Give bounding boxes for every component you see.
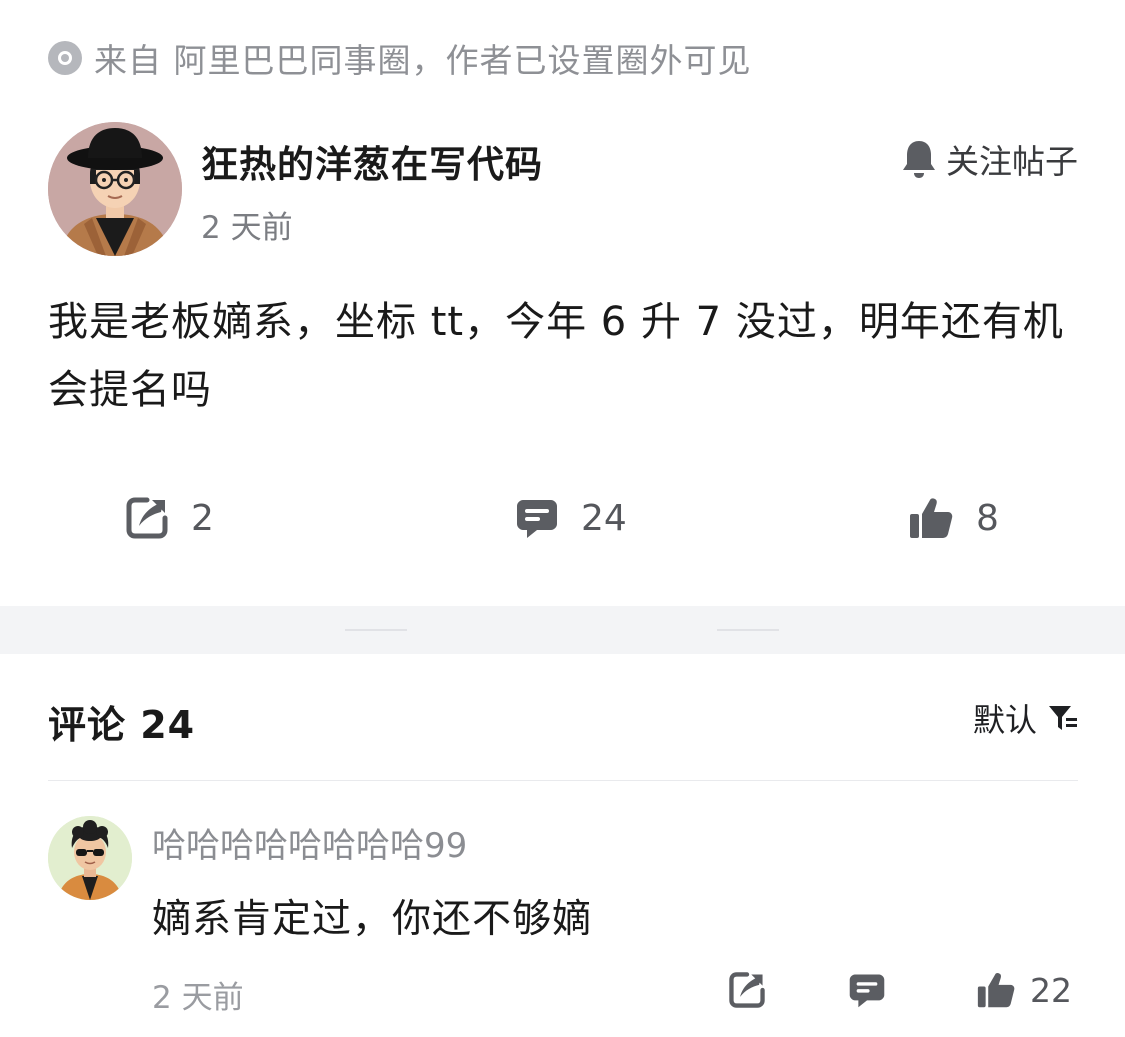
source-text: 来自 阿里巴巴同事圈，作者已设置圈外可见	[94, 41, 752, 80]
thumbs-up-icon	[977, 973, 1015, 1008]
comment-icon	[849, 974, 885, 1008]
author-avatar[interactable]	[48, 122, 182, 256]
bell-icon	[903, 141, 935, 178]
share-count: 2	[191, 497, 214, 539]
comments-divider	[48, 780, 1078, 781]
post-body: 我是老板嫡系，坐标 tt，今年 6 升 7 没过，明年还有机会提名吗	[48, 299, 1064, 413]
post-time: 2 天前	[201, 210, 293, 246]
comment-like-button[interactable]: 22	[976, 966, 1072, 1014]
comment-item: 哈哈哈哈哈哈哈哈99 嫡系肯定过，你还不够嫡 2 天前 22	[48, 816, 1078, 1026]
post-actions: 2 24 8	[0, 488, 1125, 548]
thumbs-up-icon	[910, 498, 953, 538]
share-icon	[729, 972, 765, 1008]
comment-reply-button[interactable]	[848, 966, 886, 1014]
comment-share-button[interactable]	[728, 966, 766, 1014]
comment-like-count: 22	[1030, 970, 1072, 1010]
share-icon	[126, 497, 168, 539]
comment-count: 24	[581, 497, 627, 539]
comment-button[interactable]: 24	[515, 488, 627, 548]
divider-hint	[345, 629, 780, 631]
commenter-name[interactable]: 哈哈哈哈哈哈哈哈99	[152, 818, 467, 867]
post-header: 狂热的洋葱在写代码 2 天前 关注帖子	[48, 122, 1078, 258]
share-button[interactable]: 2	[125, 488, 214, 548]
comment-time: 2 天前	[152, 980, 244, 1016]
sort-label: 默认	[972, 701, 1037, 739]
avatar-illustration	[48, 122, 182, 256]
avatar-illustration	[48, 816, 132, 900]
follow-post-button[interactable]: 关注帖子	[900, 136, 1078, 182]
author-name[interactable]: 狂热的洋葱在写代码	[201, 134, 543, 188]
sort-button[interactable]: 默认	[973, 696, 1079, 740]
source-line: 来自 阿里巴巴同事圈，作者已设置圈外可见	[48, 36, 752, 80]
comment-icon	[517, 500, 557, 538]
follow-post-label: 关注帖子	[946, 142, 1078, 181]
like-button[interactable]: 8	[908, 488, 999, 548]
like-count: 8	[976, 497, 999, 539]
commenter-avatar[interactable]	[48, 816, 132, 900]
section-divider	[0, 606, 1125, 654]
comment-text: 嫡系肯定过，你还不够嫡	[152, 897, 593, 942]
filter-icon	[1049, 706, 1077, 730]
comments-title: 评论 24	[48, 703, 196, 747]
circle-dot-icon	[48, 41, 82, 75]
